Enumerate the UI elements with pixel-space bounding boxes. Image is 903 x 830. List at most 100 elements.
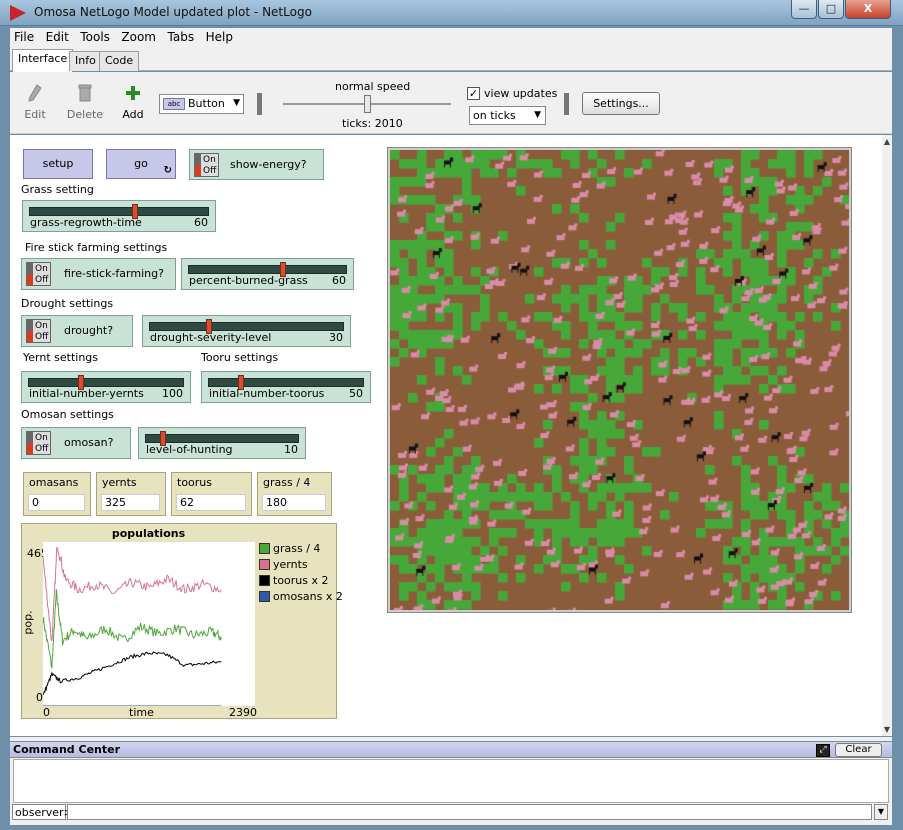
toolbar-separator	[564, 93, 569, 115]
monitor-name: grass / 4	[263, 476, 311, 489]
expand-icon[interactable]: ⤢	[816, 744, 830, 757]
y-axis-label: pop.	[21, 610, 35, 635]
window-title: Omosa NetLogo Model updated plot - NetLo…	[34, 5, 312, 19]
slider-value: 30	[329, 331, 343, 344]
menu-help[interactable]: Help	[202, 28, 237, 44]
x-max-label: 2390	[229, 706, 257, 719]
slider-name: drought-severity-level	[150, 331, 272, 344]
x-axis-label: time	[129, 706, 154, 719]
command-input[interactable]	[67, 804, 872, 820]
slider-name: initial-number-toorus	[209, 387, 325, 400]
command-output	[13, 759, 889, 803]
tab-info[interactable]: Info	[69, 51, 102, 71]
view-updates-label: view updates	[484, 87, 558, 100]
menu-tabs[interactable]: Tabs	[164, 28, 199, 44]
speed-slider-thumb[interactable]	[364, 95, 371, 113]
monitor-value: 180	[262, 494, 326, 511]
x-min-label: 0	[43, 706, 50, 719]
y-min-label: 0	[36, 691, 43, 704]
close-button[interactable]: X	[845, 0, 891, 19]
history-dropdown-icon[interactable]: ▼	[874, 804, 888, 820]
world-canvas[interactable]	[390, 150, 849, 610]
slider-name: level-of-hunting	[146, 443, 233, 456]
initial-yernts-slider[interactable]: initial-number-yernts 100	[21, 371, 191, 403]
netlogo-app-icon	[10, 5, 26, 21]
agent-context-select[interactable]: observer>	[12, 804, 73, 820]
tooru-settings-label: Tooru settings	[201, 351, 279, 364]
update-mode-select[interactable]: on ticks ▼	[469, 106, 546, 125]
tab-code[interactable]: Code	[99, 51, 140, 71]
edit-tool[interactable]: Edit	[22, 84, 48, 121]
slider-name: initial-number-yernts	[29, 387, 144, 400]
maximize-button[interactable]: □	[818, 0, 844, 19]
populations-plot: populations 465 0 pop. 0 time 2390 grass…	[21, 523, 343, 719]
slider-value: 60	[332, 274, 346, 287]
clear-button[interactable]: Clear	[835, 743, 882, 757]
setup-button-label: setup	[42, 157, 74, 170]
slider-value: 50	[349, 387, 363, 400]
toorus-monitor: toorus 62	[171, 472, 252, 516]
fire-settings-label: Fire stick farming settings	[25, 241, 168, 254]
monitor-name: yernts	[102, 476, 137, 489]
menu-zoom[interactable]: Zoom	[117, 28, 160, 44]
switch-toggle[interactable]: On Off	[194, 153, 219, 177]
grass-setting-label: Grass setting	[21, 183, 94, 196]
interface-scrollbar[interactable]: ▲ ▼	[882, 135, 892, 736]
level-of-hunting-slider[interactable]: level-of-hunting 10	[138, 427, 306, 459]
interface-canvas: setup go ↻ On Off show-energy? Grass set…	[10, 135, 882, 736]
title-bar: Omosa NetLogo Model updated plot - NetLo…	[0, 0, 903, 26]
settings-button[interactable]: Settings...	[582, 92, 660, 115]
switch-toggle[interactable]: On Off	[26, 431, 51, 455]
add-tool[interactable]: Add	[120, 84, 146, 121]
command-center-header: Command Center ⤢ Clear	[10, 741, 892, 758]
legend-item: omosans x 2	[259, 590, 343, 606]
menu-file[interactable]: File	[10, 28, 38, 44]
plot-legend: grass / 4 yernts toorus x 2 omosans x 2	[259, 542, 343, 606]
view-updates-checkbox[interactable]: ✓	[467, 87, 480, 100]
widget-type-value: Button	[188, 97, 225, 110]
drought-severity-slider[interactable]: drought-severity-level 30	[142, 315, 351, 347]
grass-regrowth-slider[interactable]: grass-regrowth-time 60	[22, 200, 216, 232]
switch-toggle[interactable]: On Off	[26, 262, 51, 286]
omosan-switch[interactable]: On Off omosan?	[21, 427, 131, 459]
forever-icon: ↻	[163, 165, 172, 176]
plot-line-toorus-x-2	[43, 651, 222, 696]
drought-switch[interactable]: On Off drought?	[21, 315, 133, 347]
slider-value: 60	[194, 216, 208, 229]
delete-tool[interactable]: Delete	[66, 84, 104, 121]
initial-toorus-slider[interactable]: initial-number-toorus 50	[201, 371, 371, 403]
interface-toolbar: Edit Delete Add abc Button ▼ normal spee…	[10, 72, 892, 134]
monitor-name: toorus	[177, 476, 212, 489]
button-widget-icon: abc	[163, 98, 185, 110]
widget-type-select[interactable]: abc Button ▼	[159, 94, 244, 114]
monitor-value: 325	[101, 494, 160, 511]
percent-burned-slider[interactable]: percent-burned-grass 60	[181, 258, 354, 290]
switch-label: drought?	[64, 324, 114, 337]
fire-stick-farming-switch[interactable]: On Off fire-stick-farming?	[21, 258, 176, 290]
legend-swatch	[259, 575, 270, 586]
show-energy-switch[interactable]: On Off show-energy?	[189, 149, 324, 180]
command-center-title: Command Center	[13, 743, 121, 756]
chevron-down-icon: ▼	[233, 98, 240, 108]
drought-settings-label: Drought settings	[21, 297, 114, 310]
go-button-label: go	[134, 157, 148, 170]
menu-tools[interactable]: Tools	[76, 28, 114, 44]
tab-interface[interactable]: Interface	[12, 49, 74, 72]
switch-label: show-energy?	[230, 158, 307, 171]
menu-bar: File Edit Tools Zoom Tabs Help	[10, 28, 892, 47]
legend-swatch	[259, 559, 270, 570]
switch-label: omosan?	[64, 436, 114, 449]
plot-line-yernts	[43, 546, 222, 642]
minimize-button[interactable]: —	[791, 0, 817, 19]
world-view[interactable]	[387, 147, 852, 613]
scroll-up-icon[interactable]: ▲	[882, 137, 892, 146]
slider-name: percent-burned-grass	[189, 274, 308, 287]
scroll-down-icon[interactable]: ▼	[882, 725, 892, 734]
menu-edit[interactable]: Edit	[42, 28, 73, 44]
legend-item: toorus x 2	[259, 574, 343, 590]
go-button[interactable]: go ↻	[106, 149, 176, 179]
trash-icon	[78, 84, 92, 102]
add-tool-label: Add	[122, 108, 144, 121]
setup-button[interactable]: setup	[23, 149, 93, 179]
switch-toggle[interactable]: On Off	[26, 319, 51, 343]
